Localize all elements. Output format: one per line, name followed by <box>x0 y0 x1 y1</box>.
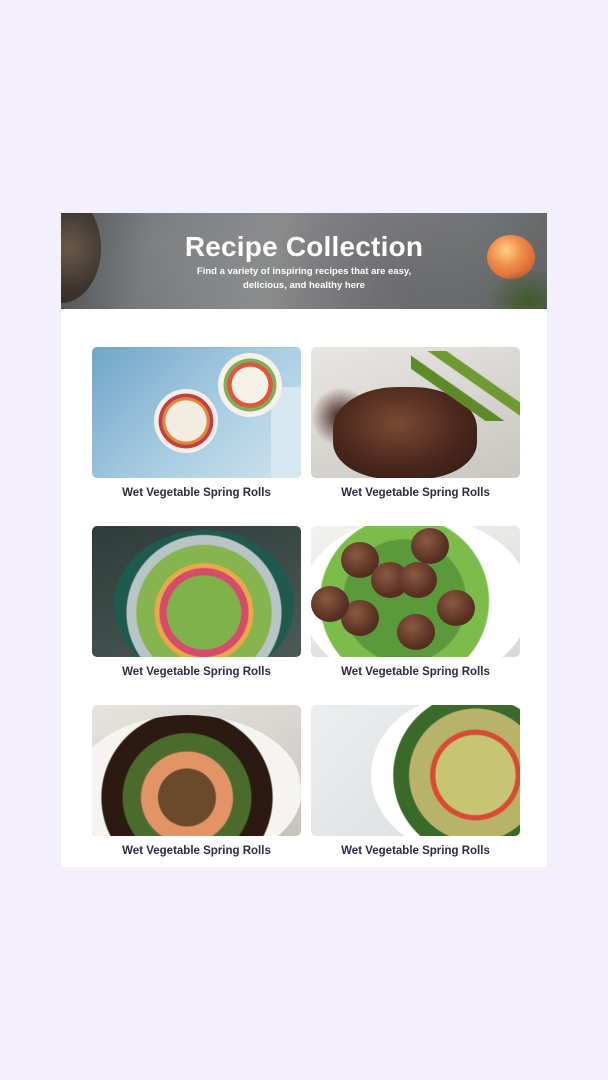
hummus-salad-bowl-image[interactable] <box>92 526 301 657</box>
meatball-shape <box>311 586 349 622</box>
meatball-shape <box>399 562 437 598</box>
recipe-tile[interactable]: Wet Vegetable Spring Rolls <box>311 705 520 857</box>
recipe-tile[interactable]: Wet Vegetable Spring Rolls <box>311 347 520 499</box>
meatball-shape <box>437 590 475 626</box>
plate-shape <box>92 715 301 836</box>
bowl-shape <box>218 353 282 417</box>
page-subtitle: Find a variety of inspiring recipes that… <box>196 266 412 291</box>
salmon-vegetables-image[interactable] <box>92 705 301 836</box>
page-title: Recipe Collection <box>184 231 424 262</box>
plate-shape <box>371 705 520 836</box>
bowl-shape <box>114 530 294 657</box>
bowl-shape <box>154 389 218 453</box>
recipe-tile[interactable]: Wet Vegetable Spring Rolls <box>311 526 520 678</box>
meatball-shape <box>411 528 449 564</box>
hero-banner: Recipe Collection Find a variety of insp… <box>61 213 547 309</box>
recipe-tile[interactable]: Wet Vegetable Spring Rolls <box>92 705 301 857</box>
steak-asparagus-image[interactable] <box>311 347 520 478</box>
recipe-card: Recipe Collection Find a variety of insp… <box>61 213 547 867</box>
recipe-tile[interactable]: Wet Vegetable Spring Rolls <box>92 347 301 499</box>
breakfast-bowls-image[interactable] <box>92 347 301 478</box>
recipe-title[interactable]: Wet Vegetable Spring Rolls <box>92 487 301 499</box>
recipe-tile[interactable]: Wet Vegetable Spring Rolls <box>92 526 301 678</box>
asparagus-shape <box>411 351 520 421</box>
recipe-title[interactable]: Wet Vegetable Spring Rolls <box>92 666 301 678</box>
meatballs-greens-image[interactable] <box>311 526 520 657</box>
recipe-title[interactable]: Wet Vegetable Spring Rolls <box>92 845 301 857</box>
recipe-title[interactable]: Wet Vegetable Spring Rolls <box>311 845 520 857</box>
recipe-title[interactable]: Wet Vegetable Spring Rolls <box>311 487 520 499</box>
meatball-shape <box>397 614 435 650</box>
leaf-image <box>487 269 547 309</box>
pasta-salad-image[interactable] <box>311 705 520 836</box>
recipe-title[interactable]: Wet Vegetable Spring Rolls <box>311 666 520 678</box>
